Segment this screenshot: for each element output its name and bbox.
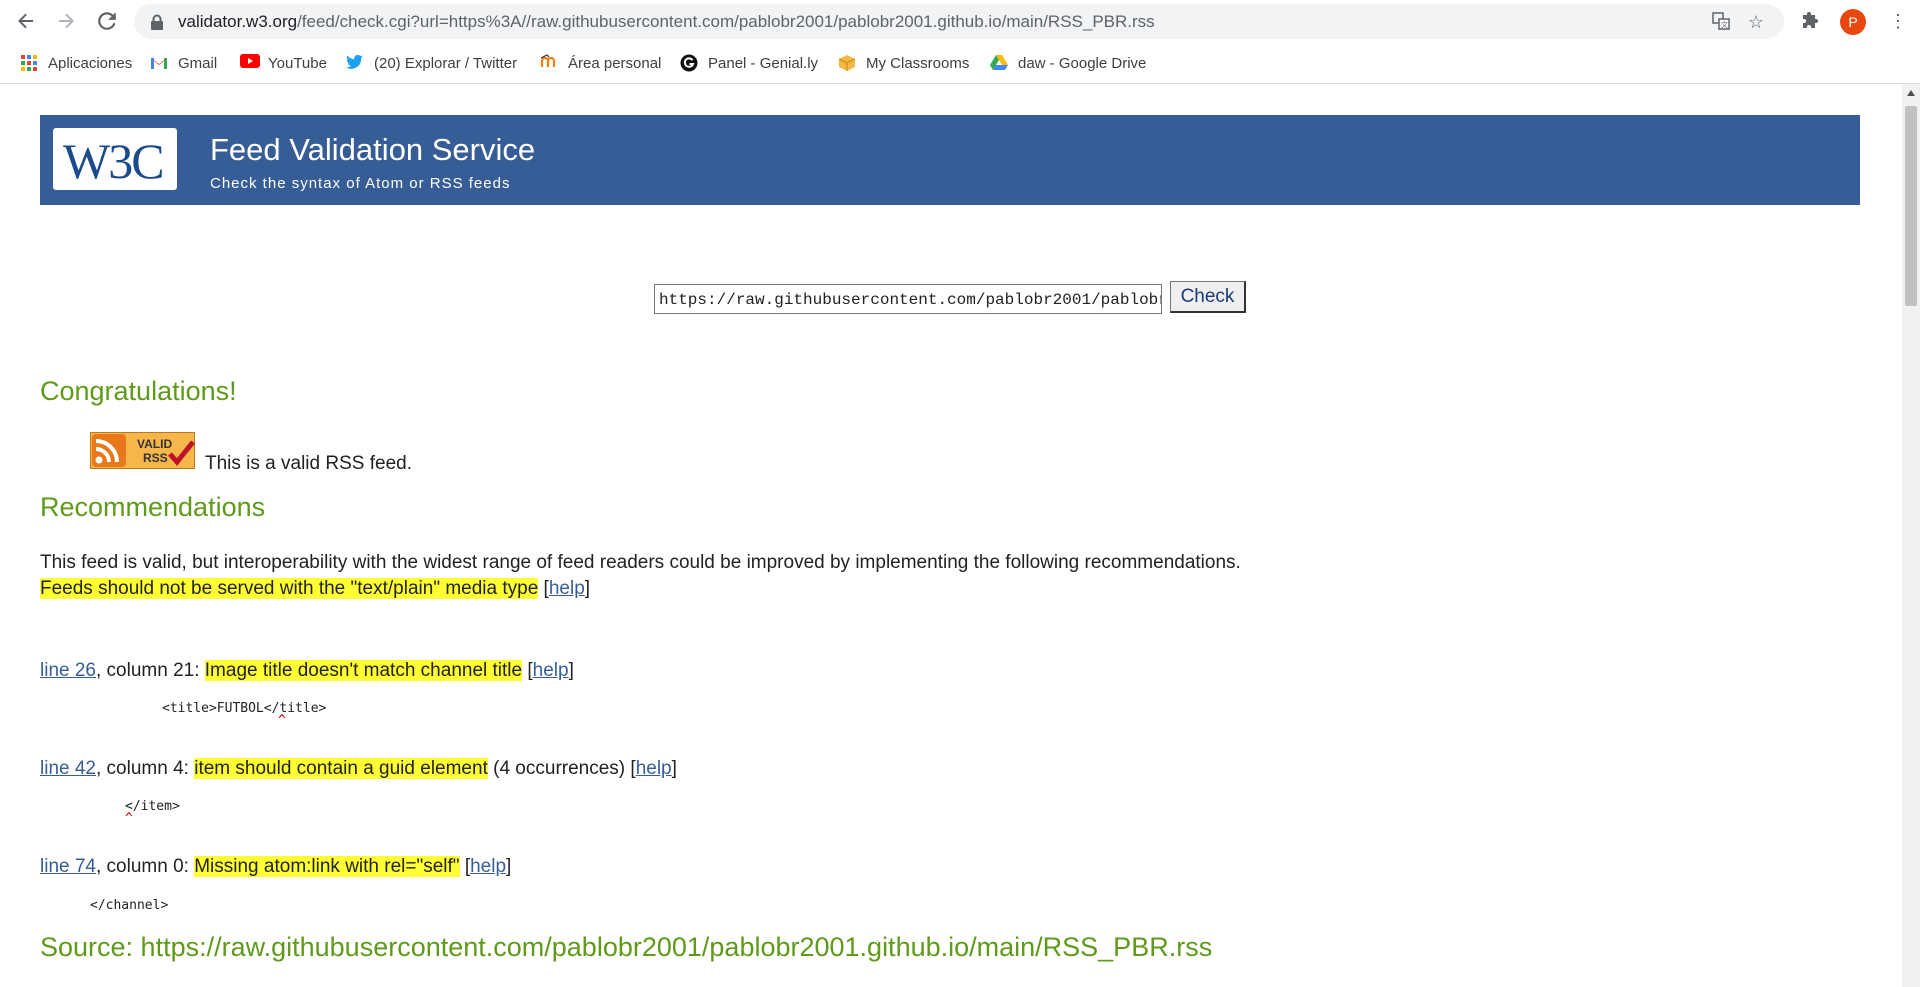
code-snippet: <title>FUTBOL</title>	[162, 701, 327, 716]
recommendation-message: Image title doesn't match channel title	[204, 660, 523, 681]
check-button[interactable]: Check	[1170, 281, 1246, 313]
valid-feed-text: This is a valid RSS feed.	[205, 453, 412, 474]
moodle-icon	[540, 54, 558, 72]
genially-icon	[680, 54, 698, 72]
address-bar[interactable]: validator.w3.org/feed/check.cgi?url=http…	[134, 4, 1784, 39]
page-subtitle: Check the syntax of Atom or RSS feeds	[210, 175, 511, 192]
bookmark-apps[interactable]: Aplicaciones	[20, 53, 132, 73]
drive-icon	[990, 54, 1008, 72]
back-icon[interactable]	[14, 9, 38, 33]
code-snippet: </channel>	[90, 898, 169, 913]
svg-text:RSS: RSS	[143, 451, 168, 465]
media-type-message: Feeds should not be served with the "tex…	[40, 578, 539, 599]
help-link[interactable]: help	[636, 758, 672, 779]
error-caret: ^	[125, 811, 133, 826]
bookmark-label: (20) Explorar / Twitter	[374, 54, 518, 72]
bookmark-label: My Classrooms	[866, 54, 970, 72]
recommendation-item: line 42, column 4: item should contain a…	[40, 758, 677, 779]
vertical-scrollbar[interactable]	[1902, 84, 1920, 987]
help-link[interactable]: help	[549, 578, 585, 599]
bookmark-twitter[interactable]: (20) Explorar / Twitter	[346, 53, 517, 73]
bookmark-drive[interactable]: daw - Google Drive	[990, 53, 1146, 73]
page-content: W3C Feed Validation Service Check the sy…	[0, 84, 1902, 987]
profile-avatar[interactable]: P	[1840, 9, 1866, 35]
address-host: validator.w3.org	[178, 11, 298, 31]
bookmark-label: YouTube	[268, 54, 327, 72]
recommendation-extra	[522, 660, 527, 681]
address-url[interactable]: validator.w3.org/feed/check.cgi?url=http…	[178, 12, 1155, 32]
browser-toolbar: validator.w3.org/feed/check.cgi?url=http…	[0, 0, 1920, 43]
line-link[interactable]: line 26	[40, 660, 96, 681]
recommendation-item: line 26, column 21: Image title doesn't …	[40, 660, 574, 681]
bookmark-area-personal[interactable]: Área personal	[540, 53, 661, 73]
svg-text:文: 文	[1721, 20, 1728, 29]
recommendations-intro: This feed is valid, but interoperability…	[40, 552, 1241, 573]
lock-icon[interactable]	[150, 14, 164, 30]
bookmark-gmail[interactable]: Gmail	[150, 53, 217, 73]
recommendation-message: Missing atom:link with rel="self"	[194, 856, 460, 877]
bookmark-youtube[interactable]: YouTube	[240, 53, 327, 73]
line-link[interactable]: line 74	[40, 856, 96, 877]
error-caret: ^	[278, 713, 286, 728]
recommendation-extra	[460, 856, 465, 877]
feed-url-input[interactable]: https://raw.githubusercontent.com/pablob…	[654, 284, 1162, 314]
forward-icon[interactable]	[54, 9, 78, 33]
apps-grid-icon	[20, 54, 38, 72]
address-path: /feed/check.cgi?url=https%3A//raw.github…	[297, 11, 1155, 31]
translate-icon[interactable]: 文	[1711, 12, 1731, 32]
bookmark-label: Gmail	[178, 54, 218, 72]
help-link[interactable]: help	[470, 856, 506, 877]
bookmark-my-classrooms[interactable]: My Classrooms	[838, 53, 969, 73]
media-type-warning: Feeds should not be served with the "tex…	[40, 578, 591, 599]
youtube-icon	[240, 54, 260, 72]
congratulations-heading: Congratulations!	[40, 376, 237, 406]
line-link[interactable]: line 42	[40, 758, 96, 779]
valid-rss-badge: VALID RSS	[90, 432, 196, 470]
w3c-logo-text: W3C	[63, 133, 165, 189]
recommendation-item: line 74, column 0: Missing atom:link wit…	[40, 856, 512, 877]
help-link[interactable]: help	[533, 660, 569, 681]
scrollbar-thumb[interactable]	[1905, 106, 1917, 306]
w3c-logo[interactable]: W3C	[53, 128, 177, 190]
recommendation-extra: (4 occurrences)	[487, 758, 631, 779]
bookmarks-bar: Aplicaciones Gmail YouTube (20) Explorar…	[0, 43, 1920, 84]
page-title: Feed Validation Service	[210, 132, 536, 167]
svg-text:VALID: VALID	[137, 437, 172, 451]
source-heading: Source: https://raw.githubusercontent.co…	[40, 932, 1213, 962]
column-text: , column 0:	[96, 856, 195, 877]
column-text: , column 21:	[96, 660, 205, 681]
bookmark-label: daw - Google Drive	[1018, 54, 1147, 72]
scroll-up-arrow-icon[interactable]	[1907, 90, 1915, 96]
gmail-icon	[150, 54, 168, 72]
reload-icon[interactable]	[95, 9, 119, 33]
header-banner: W3C Feed Validation Service Check the sy…	[40, 115, 1860, 205]
bookmark-label: Área personal	[568, 54, 662, 72]
extensions-puzzle-icon[interactable]	[1801, 11, 1821, 31]
column-text: , column 4:	[96, 758, 195, 779]
menu-kebab-icon[interactable]: ⋮	[1888, 11, 1908, 31]
bookmark-genially[interactable]: Panel - Genial.ly	[680, 53, 818, 73]
box-icon	[838, 54, 856, 72]
twitter-icon	[346, 54, 364, 72]
code-snippet: </item>	[125, 799, 180, 814]
bookmark-star-icon[interactable]: ☆	[1746, 12, 1766, 32]
bookmark-label: Aplicaciones	[48, 54, 133, 72]
recommendations-heading: Recommendations	[40, 492, 266, 522]
bookmark-label: Panel - Genial.ly	[708, 54, 819, 72]
recommendation-message: item should contain a guid element	[194, 758, 488, 779]
